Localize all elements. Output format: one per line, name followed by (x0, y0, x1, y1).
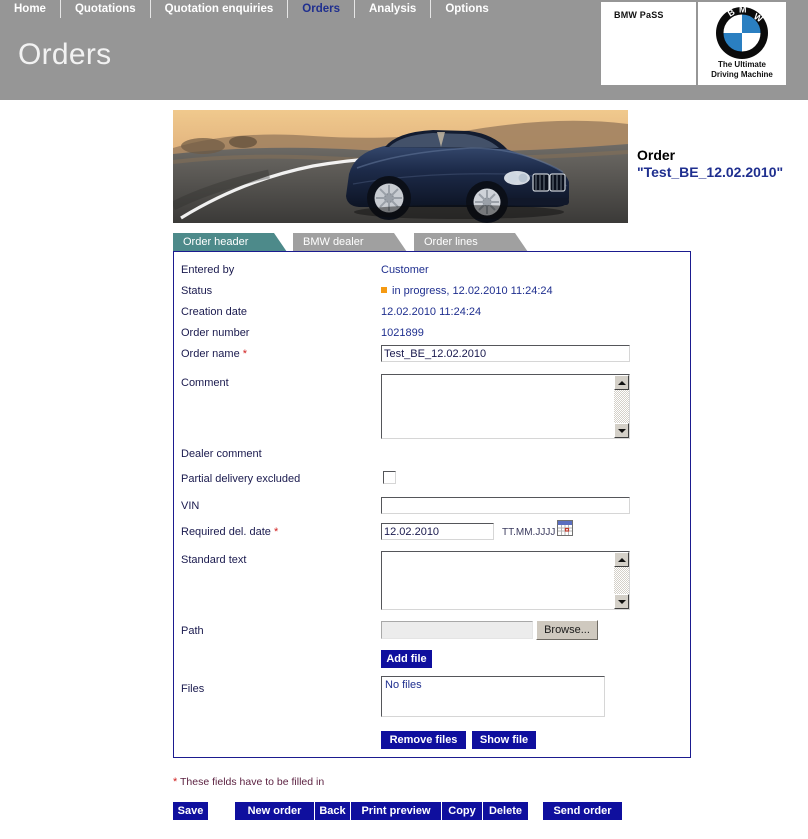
partial-delivery-label: Partial delivery excluded (181, 473, 301, 485)
dealer-comment-label: Dealer comment (181, 448, 262, 460)
show-file-button[interactable]: Show file (472, 731, 536, 749)
date-format-hint: TT.MM.JJJJ (502, 527, 556, 538)
hero-car-image (173, 110, 628, 223)
path-label: Path (181, 625, 204, 637)
copy-button[interactable]: Copy (442, 802, 482, 820)
nav-item-analysis[interactable]: Analysis (355, 0, 430, 18)
footnote-asterisk: * (173, 776, 178, 788)
tab-order-header-label: Order header (183, 236, 249, 248)
nav-item-quotations[interactable]: Quotations (61, 0, 150, 18)
tab-bmw-dealer-label: BMW dealer (303, 236, 364, 248)
comment-label: Comment (181, 377, 229, 389)
partial-delivery-checkbox[interactable] (383, 471, 396, 484)
required-del-date-input[interactable] (381, 523, 494, 540)
scroll-up-icon[interactable] (614, 375, 629, 390)
scrollbar-track[interactable] (614, 567, 629, 594)
bmw-logo-box: B M W The Ultimate Driving Machine (698, 2, 786, 85)
bmw-roundel-icon: B M W (715, 5, 769, 63)
add-file-button[interactable]: Add file (381, 650, 432, 668)
status-indicator-icon (381, 287, 387, 293)
files-label: Files (181, 683, 205, 695)
nav-item-options[interactable]: Options (431, 0, 502, 18)
save-button[interactable]: Save (173, 802, 208, 820)
comment-textarea[interactable] (381, 374, 630, 439)
remove-files-button[interactable]: Remove files (381, 731, 466, 749)
vin-input[interactable] (381, 497, 630, 514)
delete-button[interactable]: Delete (483, 802, 528, 820)
calendar-icon[interactable] (557, 520, 573, 539)
nav-item-orders[interactable]: Orders (288, 0, 354, 18)
order-header-form-panel: Entered by Customer Status in progress, … (173, 251, 691, 758)
comment-textarea-value (382, 375, 614, 438)
required-del-date-label: Required del. date * (181, 526, 278, 538)
page-title: Orders (18, 38, 112, 71)
tab-bmw-dealer[interactable]: BMW dealer (293, 233, 413, 252)
required-fields-footnote: * These fields have to be filled in (173, 776, 324, 788)
path-input[interactable] (381, 621, 533, 639)
tab-order-header[interactable]: Order header (173, 233, 293, 252)
back-button[interactable]: Back (315, 802, 350, 820)
standard-text-value (382, 552, 614, 609)
top-navigation: Home Quotations Quotation enquiries Orde… (0, 0, 503, 18)
scrollbar-track[interactable] (614, 390, 629, 423)
app-logo-box: BMW PaSS (601, 2, 696, 85)
brand-tagline: The Ultimate Driving Machine (698, 60, 786, 80)
vin-label: VIN (181, 500, 200, 512)
files-listbox[interactable]: No files (381, 676, 605, 717)
header-band: Home Quotations Quotation enquiries Orde… (0, 0, 808, 100)
entered-by-label: Entered by (181, 264, 235, 276)
tab-order-lines[interactable]: Order lines (414, 233, 534, 252)
app-name-label: BMW PaSS (614, 10, 664, 20)
status-value: in progress, 12.02.2010 11:24:24 (381, 285, 553, 297)
svg-text:M: M (739, 6, 747, 15)
required-asterisk: * (273, 526, 279, 538)
order-number-label: Order number (181, 327, 250, 339)
creation-date-label: Creation date (181, 306, 248, 318)
status-text: in progress, 12.02.2010 11:24:24 (392, 285, 553, 297)
brand-tagline-line2: Driving Machine (711, 70, 773, 79)
brand-tagline-line1: The Ultimate (717, 60, 766, 69)
standard-text-label: Standard text (181, 554, 247, 566)
order-name-label-text: Order name (181, 348, 240, 360)
order-title-label: Order (637, 147, 676, 163)
order-title-name: "Test_BE_12.02.2010" (637, 164, 784, 180)
nav-item-home[interactable]: Home (0, 0, 60, 18)
scroll-up-icon[interactable] (614, 552, 629, 567)
order-title: Order "Test_BE_12.02.2010" (637, 147, 808, 181)
comment-scrollbar[interactable] (614, 375, 629, 438)
standard-text-textarea[interactable] (381, 551, 630, 610)
files-empty-text: No files (385, 679, 422, 691)
status-label: Status (181, 285, 213, 297)
order-name-input[interactable] (381, 345, 630, 362)
order-number-value: 1021899 (381, 327, 424, 339)
footnote-text: These fields have to be filled in (180, 776, 325, 788)
browse-button[interactable]: Browse... (536, 620, 598, 640)
nav-item-quotation-enquiries[interactable]: Quotation enquiries (151, 0, 288, 18)
required-asterisk: * (242, 348, 248, 360)
send-order-button[interactable]: Send order (543, 802, 622, 820)
entered-by-value: Customer (381, 264, 429, 276)
new-order-button[interactable]: New order (235, 802, 314, 820)
tab-order-lines-label: Order lines (424, 236, 478, 248)
scroll-down-icon[interactable] (614, 423, 629, 438)
creation-date-value: 12.02.2010 11:24:24 (381, 306, 482, 318)
scroll-down-icon[interactable] (614, 594, 629, 609)
order-name-label: Order name * (181, 348, 247, 360)
standard-text-scrollbar[interactable] (614, 552, 629, 609)
required-del-date-label-text: Required del. date (181, 526, 271, 538)
print-preview-button[interactable]: Print preview (351, 802, 441, 820)
